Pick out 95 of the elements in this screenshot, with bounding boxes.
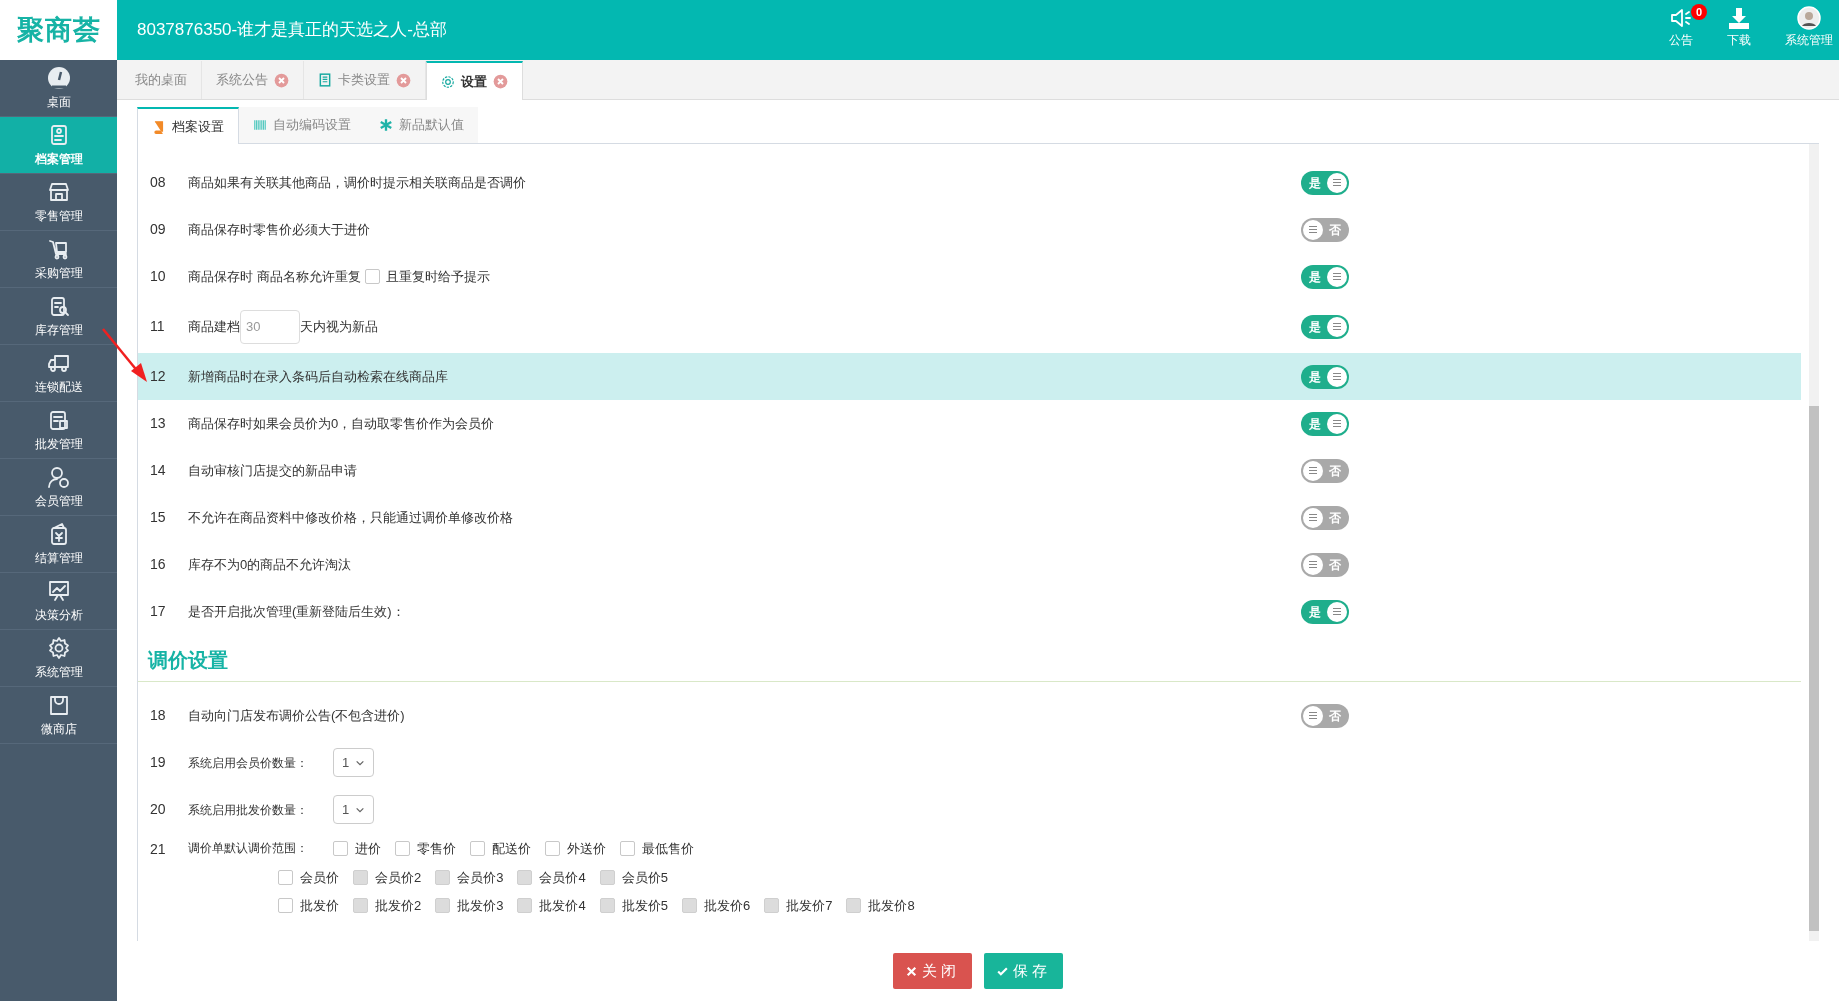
row-number: 19 — [150, 753, 167, 772]
checkbox[interactable] — [364, 269, 380, 284]
checkbox-label: 会员价5 — [621, 868, 668, 887]
setting-row[interactable]: 14 自动审核门店提交的新品申请 否 — [138, 447, 1801, 494]
checkbox-label: 批发价 — [300, 897, 339, 915]
checkbox-label: 配送价 — [492, 840, 531, 858]
setting-label: 系统启用会员价数量： — [188, 754, 309, 772]
dropdown[interactable]: 1 — [333, 748, 375, 777]
dropdown[interactable]: 1 — [333, 795, 375, 824]
checkbox-label: 批发价2 — [375, 897, 422, 915]
tab[interactable]: 新品默认值 — [365, 107, 478, 143]
setting-label: 商品保存时如果会员价为0，自动取零售价作为会员价 — [188, 414, 495, 433]
setting-label: 商品保存时 商品名称允许重复 — [188, 267, 361, 286]
setting-row[interactable]: 09 商品保存时零售价必须大于进价 否 — [138, 206, 1801, 253]
user-icon — [46, 464, 71, 489]
annotation-arrow — [101, 327, 149, 383]
setting-row[interactable]: 17 是否开启批次管理(重新登陆后生效)： 是 — [138, 588, 1801, 635]
row-number: 13 — [150, 414, 167, 433]
asterisk-icon — [379, 118, 393, 132]
row-number: 18 — [150, 706, 167, 725]
close-icon — [493, 74, 508, 89]
setting-label: 是否开启批次管理(重新登陆后生效)： — [188, 602, 405, 621]
logo: 聚商荟 — [16, 13, 101, 47]
tab[interactable]: 自动编码设置 — [239, 107, 365, 143]
highlighted-row[interactable]: 12 新增商品时在录入条码后自动检索在线商品库 是 — [138, 353, 1801, 400]
checkbox[interactable] — [470, 841, 485, 857]
count-badge: 0 — [1691, 4, 1707, 20]
setting-label: 天内视为新品 — [300, 317, 378, 336]
settings-icon — [441, 74, 455, 89]
checkbox-label: 批发价7 — [786, 897, 833, 915]
checkbox-label: 批发价3 — [457, 897, 504, 915]
setting-label: 调价单默认调价范围： — [188, 840, 309, 857]
avatar-icon — [1797, 6, 1821, 30]
checkbox-label: 批发价5 — [621, 897, 668, 915]
checkbox-label: 会员价4 — [539, 868, 586, 887]
checkbox-label: 进价 — [355, 840, 381, 858]
close-icon — [905, 964, 918, 978]
checkbox[interactable] — [333, 841, 348, 857]
checkbox-label: 外送价 — [567, 840, 606, 858]
list-icon — [318, 73, 332, 87]
checkbox-label: 最低售价 — [642, 840, 694, 858]
checkbox-label: 会员价3 — [457, 868, 504, 887]
setting-row[interactable]: 10 商品保存时 商品名称允许重复 且重复时给予提示 是 — [138, 253, 1801, 300]
row-number: 20 — [150, 800, 167, 819]
scrollbar[interactable] — [1809, 144, 1819, 941]
setting-row[interactable]: 16 库存不为0的商品不允许淘汰 否 — [138, 541, 1801, 588]
setting-label: 自动审核门店提交的新品申请 — [188, 461, 357, 480]
checkbox-label: 会员价2 — [375, 868, 422, 887]
row-number: 12 — [150, 367, 167, 386]
setting-row[interactable]: 18 自动向门店发布调价公告(不包含进价) 否 — [138, 692, 1801, 739]
dashboard-gauge-icon — [46, 65, 71, 90]
row-number: 11 — [150, 317, 166, 336]
checkbox[interactable] — [278, 869, 293, 885]
setting-label: 商品保存时零售价必须大于进价 — [188, 220, 370, 239]
setting-label: 系统启用批发价数量： — [188, 801, 309, 819]
setting-label: 且重复时给予提示 — [385, 267, 490, 286]
checkbox-label: 零售价 — [417, 840, 456, 858]
row-number: 09 — [150, 220, 167, 239]
row-number: 10 — [150, 267, 167, 286]
download-icon — [1727, 6, 1751, 30]
row-number: 08 — [150, 173, 167, 192]
section-heading: 调价设置 — [148, 649, 228, 671]
settings-icon — [46, 635, 71, 660]
setting-label: 商品建档 — [188, 317, 240, 336]
close-icon — [396, 72, 411, 88]
window-title: 8037876350-谁才是真正的天选之人-总部 — [136, 19, 448, 42]
close-button[interactable]: 关闭 — [893, 953, 972, 989]
row-number: 14 — [150, 461, 167, 480]
setting-row[interactable]: 15 不允许在商品资料中修改价格，只能通过调价单修改价格 否 — [138, 494, 1801, 541]
checkbox-label: 批发价4 — [539, 897, 586, 915]
barcode-icon — [253, 118, 267, 132]
setting-label: 自动向门店发布调价公告(不包含进价) — [188, 706, 405, 725]
setting-row[interactable]: 08 商品如果有关联其他商品，调价时提示相关联商品是否调价 是 — [138, 159, 1801, 206]
checkbox-label: 批发价8 — [868, 897, 915, 915]
checkbox[interactable] — [620, 841, 635, 857]
setting-label: 商品如果有关联其他商品，调价时提示相关联商品是否调价 — [188, 173, 526, 192]
checkbox[interactable] — [395, 841, 410, 857]
row-number: 15 — [150, 508, 167, 527]
close-icon — [274, 72, 289, 88]
checkbox-label: 会员价 — [300, 868, 339, 887]
setting-label: 不允许在商品资料中修改价格，只能通过调价单修改价格 — [188, 508, 513, 527]
chart-board-icon — [46, 578, 71, 603]
book-icon — [152, 119, 166, 134]
checkbox[interactable] — [278, 898, 293, 914]
checkbox-label: 批发价6 — [703, 897, 751, 915]
tab[interactable]: 设置 — [426, 61, 523, 100]
speaker-icon — [1669, 6, 1693, 30]
checkbox[interactable] — [545, 841, 560, 857]
row-number: 16 — [150, 555, 167, 574]
setting-label: 库存不为0的商品不允许淘汰 — [188, 555, 352, 574]
setting-label: 新增商品时在录入条码后自动检索在线商品库 — [188, 367, 448, 386]
setting-row[interactable]: 13 商品保存时如果会员价为0，自动取零售价作为会员价 是 — [138, 400, 1801, 447]
tab[interactable]: 档案设置 — [137, 107, 239, 144]
row-number: 21 — [150, 840, 167, 859]
row-number: 17 — [150, 602, 167, 621]
